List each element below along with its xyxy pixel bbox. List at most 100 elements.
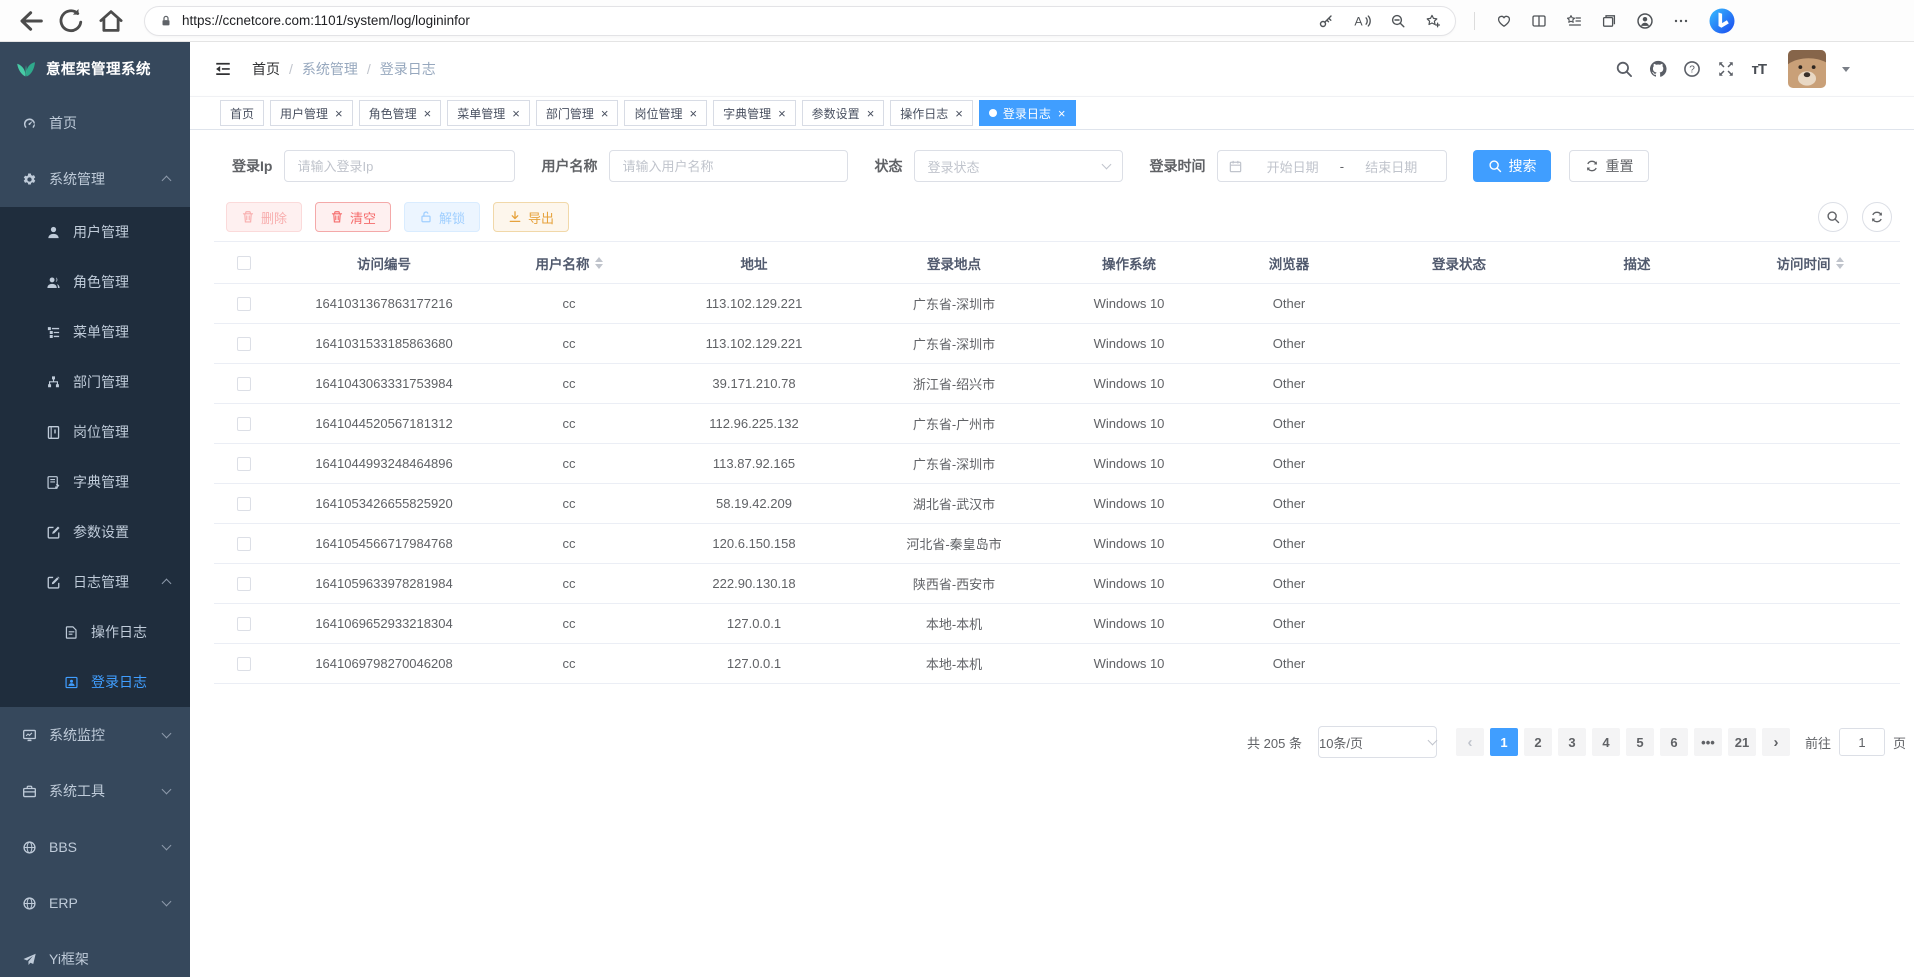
close-icon[interactable]: × (512, 107, 520, 120)
row-checkbox[interactable] (237, 537, 251, 551)
row-checkbox[interactable] (237, 457, 251, 471)
help-icon[interactable]: ? (1683, 60, 1701, 78)
sidebar-item-menu-management[interactable]: 菜单管理 (0, 307, 190, 357)
page-button-4[interactable]: 4 (1592, 728, 1620, 756)
sidebar-item-bbs[interactable]: BBS (0, 819, 190, 875)
sidebar-item-param-settings[interactable]: 参数设置 (0, 507, 190, 557)
row-checkbox[interactable] (237, 657, 251, 671)
tab-department-management[interactable]: 部门管理× (536, 100, 619, 126)
font-size-icon[interactable]: ᴛT (1751, 61, 1766, 78)
select-all-checkbox[interactable] (237, 256, 251, 270)
sidebar-item-operation-log[interactable]: 操作日志 (0, 607, 190, 657)
sidebar-item-department-management[interactable]: 部门管理 (0, 357, 190, 407)
close-icon[interactable]: × (689, 107, 697, 120)
sidebar-item-system-tools[interactable]: 系统工具 (0, 763, 190, 819)
row-checkbox[interactable] (237, 497, 251, 511)
sidebar-item-dict-management[interactable]: 字典管理 (0, 457, 190, 507)
tab-operation-log[interactable]: 操作日志× (890, 100, 973, 126)
sidebar-item-login-log[interactable]: 登录日志 (0, 657, 190, 707)
row-checkbox[interactable] (237, 337, 251, 351)
column-header-8[interactable]: 访问时间 (1720, 242, 1900, 284)
status-select[interactable]: 登录状态 (914, 150, 1123, 182)
goto-page-input[interactable] (1839, 728, 1885, 756)
browser-essentials-icon[interactable] (1496, 13, 1512, 29)
close-icon[interactable]: × (424, 107, 432, 120)
sidebar-item-system-management[interactable]: 系统管理 (0, 151, 190, 207)
toggle-search-button[interactable] (1818, 202, 1848, 232)
sidebar-item-log-management[interactable]: 日志管理 (0, 557, 190, 607)
page-size-select[interactable]: 10条/页 (1318, 726, 1437, 758)
sidebar-item-system-monitor[interactable]: 系统监控 (0, 707, 190, 763)
row-checkbox[interactable] (237, 377, 251, 391)
fullscreen-icon[interactable] (1717, 60, 1735, 78)
sidebar-item-erp[interactable]: ERP (0, 875, 190, 931)
page-button-5[interactable]: 5 (1626, 728, 1654, 756)
refresh-table-button[interactable] (1862, 202, 1892, 232)
breadcrumb-system[interactable]: 系统管理 (302, 59, 358, 79)
username-input[interactable] (609, 150, 848, 182)
clear-button[interactable]: 清空 (315, 202, 391, 232)
next-page-button[interactable]: › (1762, 728, 1790, 756)
delete-button[interactable]: 删除 (226, 202, 302, 232)
sidebar-item-yi-framework[interactable]: Yi框架 (0, 931, 190, 977)
user-avatar[interactable] (1788, 50, 1826, 88)
close-icon[interactable]: × (335, 107, 343, 120)
page-ellipsis[interactable]: ••• (1694, 728, 1722, 756)
tab-role-management[interactable]: 角色管理× (359, 100, 442, 126)
browser-more-icon[interactable] (1673, 13, 1689, 29)
favorites-icon[interactable] (1566, 13, 1582, 29)
browser-back-icon[interactable] (16, 6, 46, 36)
reset-button[interactable]: 重置 (1569, 150, 1649, 182)
tab-home[interactable]: 首页 (220, 100, 264, 126)
close-icon[interactable]: × (601, 107, 609, 120)
split-screen-icon[interactable] (1531, 13, 1547, 29)
page-button-1[interactable]: 1 (1490, 728, 1518, 756)
close-icon[interactable]: × (1058, 107, 1066, 120)
close-icon[interactable]: × (955, 107, 963, 120)
column-header-1[interactable]: 用户名称 (494, 242, 644, 284)
row-checkbox[interactable] (237, 577, 251, 591)
sort-carets-icon[interactable] (1836, 253, 1844, 273)
sidebar-item-role-management[interactable]: 角色管理 (0, 257, 190, 307)
zoom-out-icon[interactable] (1390, 13, 1406, 29)
address-bar[interactable]: https://ccnetcore.com:1101/system/log/lo… (144, 6, 1456, 36)
breadcrumb-home[interactable]: 首页 (252, 59, 280, 79)
close-icon[interactable]: × (778, 107, 786, 120)
tab-menu-management[interactable]: 菜单管理× (447, 100, 530, 126)
close-icon[interactable]: × (867, 107, 875, 120)
tab-login-log[interactable]: 登录日志× (979, 100, 1076, 126)
avatar-caret-icon[interactable] (1842, 67, 1850, 76)
export-button[interactable]: 导出 (493, 202, 569, 232)
unlock-button[interactable]: 解锁 (404, 202, 480, 232)
prev-page-button[interactable]: ‹ (1456, 728, 1484, 756)
collections-icon[interactable] (1601, 13, 1617, 29)
app-logo[interactable]: 意框架管理系统 (0, 42, 190, 95)
tab-post-management[interactable]: 岗位管理× (624, 100, 707, 126)
sidebar-fold-icon[interactable] (214, 60, 232, 78)
page-button-3[interactable]: 3 (1558, 728, 1586, 756)
browser-home-icon[interactable] (96, 6, 126, 36)
page-button-21[interactable]: 21 (1728, 728, 1756, 756)
search-button[interactable]: 搜索 (1473, 150, 1551, 182)
page-button-2[interactable]: 2 (1524, 728, 1552, 756)
tab-dict-management[interactable]: 字典管理× (713, 100, 796, 126)
sidebar-item-post-management[interactable]: 岗位管理 (0, 407, 190, 457)
github-icon[interactable] (1649, 60, 1667, 78)
ip-input[interactable] (284, 150, 515, 182)
browser-refresh-icon[interactable] (56, 6, 86, 36)
tab-param-settings[interactable]: 参数设置× (802, 100, 885, 126)
row-checkbox[interactable] (237, 617, 251, 631)
password-key-icon[interactable] (1318, 13, 1334, 29)
tab-user-management[interactable]: 用户管理× (270, 100, 353, 126)
browser-profile-icon[interactable] (1636, 12, 1654, 30)
sort-carets-icon[interactable] (595, 253, 603, 273)
row-checkbox[interactable] (237, 417, 251, 431)
date-range-picker[interactable]: 开始日期 - 结束日期 (1217, 150, 1447, 182)
row-checkbox[interactable] (237, 297, 251, 311)
page-button-6[interactable]: 6 (1660, 728, 1688, 756)
add-favorite-icon[interactable] (1425, 13, 1441, 29)
read-aloud-icon[interactable]: A (1353, 12, 1371, 30)
bing-copilot-icon[interactable] (1708, 7, 1736, 35)
sidebar-item-home[interactable]: 首页 (0, 95, 190, 151)
sidebar-item-user-management[interactable]: 用户管理 (0, 207, 190, 257)
